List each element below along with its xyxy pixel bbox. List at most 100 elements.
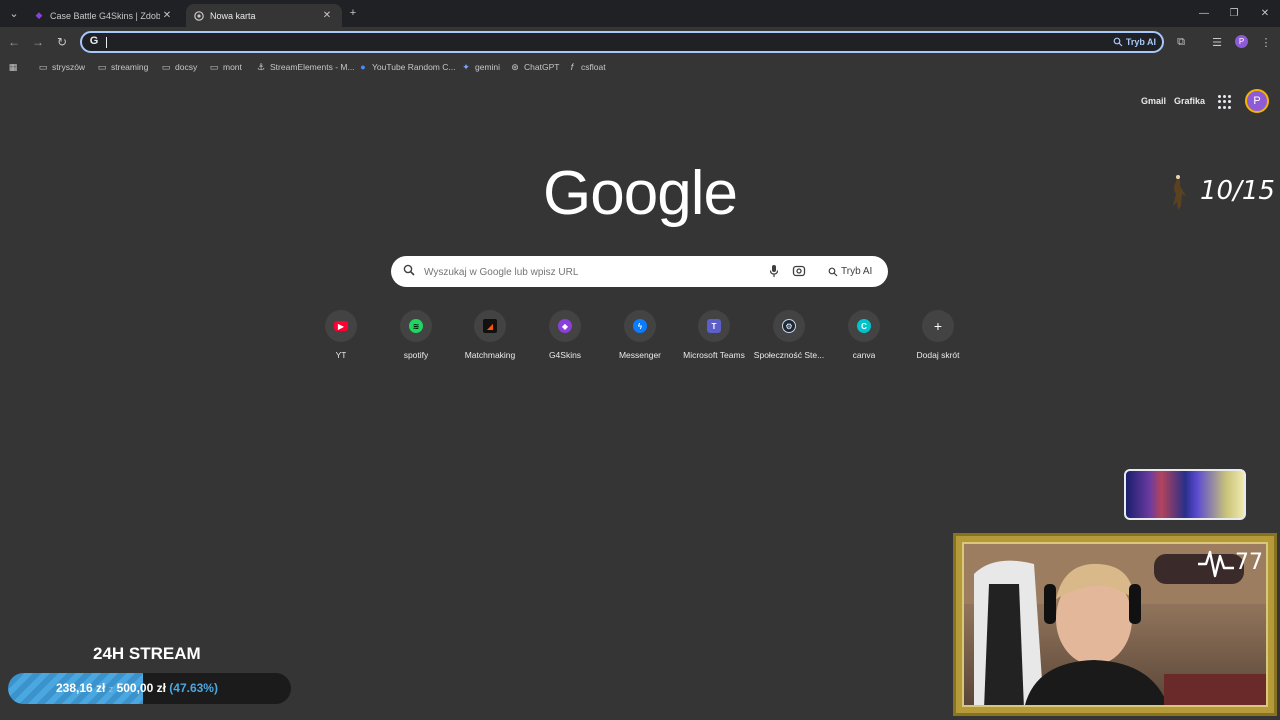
- spotify-icon: ≋: [409, 319, 423, 333]
- tryb-ai-search-button[interactable]: Tryb AI: [822, 263, 878, 280]
- faceit-icon: ◢: [483, 319, 497, 333]
- bookmark-label: ChatGPT: [524, 62, 560, 72]
- bookmark-label: csfloat: [581, 62, 606, 72]
- google-g-icon: G: [89, 35, 99, 47]
- address-bar[interactable]: G Tryb AI: [80, 31, 1164, 53]
- bookmark-streamelements[interactable]: ⚓ StreamElements - M...: [256, 60, 355, 74]
- csfloat-icon: f: [570, 62, 574, 72]
- tab-title: Nowa karta: [210, 10, 256, 21]
- bookmark-label: YouTube Random C...: [372, 62, 456, 72]
- tab-case-battle[interactable]: ◆ Case Battle G4Skins | Zdobywaj ✕: [26, 4, 182, 27]
- g4skins-icon: ◆: [558, 319, 572, 333]
- streamelements-icon: ⚓: [256, 61, 266, 72]
- goal-separator: z: [108, 684, 114, 694]
- shortcut-tile: ϟ: [624, 310, 656, 342]
- reload-button[interactable]: ↻: [54, 34, 70, 50]
- text-caret: [106, 37, 107, 48]
- search-box[interactable]: Tryb AI: [391, 256, 888, 287]
- close-icon[interactable]: ✕: [160, 10, 174, 21]
- search-icon: [403, 264, 415, 276]
- close-window-button[interactable]: ✕: [1250, 4, 1280, 22]
- shortcut-label: G4Skins: [548, 350, 582, 360]
- new-tab-button[interactable]: +: [345, 5, 361, 21]
- arrow-right-icon: →: [32, 35, 44, 49]
- profile-button[interactable]: P: [1235, 35, 1248, 48]
- goal-current: 238,16 zł: [56, 681, 106, 695]
- bookmarks-bar: ▦ ▭ stryszów ▭ streaming ▭ docsy ▭ mont ⚓ Str…: [0, 57, 1280, 77]
- g4skins-tab-icon: ◆: [35, 10, 43, 20]
- messenger-icon: ϟ: [633, 319, 647, 333]
- tryb-ai-label: Tryb AI: [1125, 37, 1156, 47]
- bookmark-stryszow[interactable]: ▭ stryszów: [38, 60, 85, 74]
- back-button[interactable]: ←: [6, 34, 22, 50]
- folder-icon: ▭: [209, 61, 219, 72]
- bookmark-label: StreamElements - M...: [270, 62, 355, 72]
- minimize-button[interactable]: —: [1189, 4, 1219, 22]
- shortcut-steam-community[interactable]: ⚙ Społeczność Ste...: [753, 310, 825, 370]
- donation-goal-text: 238,16 zł z 500,00 zł (47.63%): [56, 681, 218, 695]
- shortcut-microsoft-teams[interactable]: T Microsoft Teams: [678, 310, 750, 370]
- search-input[interactable]: [424, 264, 754, 280]
- tab-new-tab[interactable]: Nowa karta ✕: [186, 4, 342, 27]
- bookmark-docsy[interactable]: ▭ docsy: [161, 60, 197, 74]
- tab-search-button[interactable]: ⌄: [6, 5, 22, 21]
- google-lens-icon[interactable]: [792, 264, 806, 278]
- shortcut-yt[interactable]: ▶ YT: [305, 310, 377, 370]
- gmail-link[interactable]: Gmail: [1141, 96, 1166, 106]
- close-icon: ✕: [1260, 7, 1270, 19]
- bookmark-label: gemini: [475, 62, 501, 72]
- grafika-link[interactable]: Grafika: [1174, 96, 1205, 106]
- bookmark-streaming[interactable]: ▭ streaming: [97, 60, 149, 74]
- shortcut-canva[interactable]: C canva: [828, 310, 900, 370]
- goal-percent: (47.63%): [169, 681, 218, 695]
- folder-icon: ▭: [97, 61, 107, 72]
- heart-rate-value: 77: [1235, 550, 1263, 575]
- goal-target: 500,00 zł: [116, 681, 166, 695]
- toolbar: ← → ↻ G Tryb AI ⧉ ☰ ⋮: [0, 27, 1280, 57]
- shortcut-g4skins[interactable]: ◆ G4Skins: [529, 310, 601, 370]
- shortcut-label: YT: [335, 350, 347, 360]
- shortcut-tile: ⚙: [773, 310, 805, 342]
- forward-button[interactable]: →: [30, 34, 46, 50]
- restore-button[interactable]: ❐: [1219, 4, 1249, 22]
- reading-list-button[interactable]: ☰: [1209, 34, 1225, 50]
- tryb-ai-button[interactable]: Tryb AI: [1113, 35, 1156, 49]
- shortcut-add[interactable]: + Dodaj skrót: [902, 310, 974, 370]
- bookmark-chatgpt[interactable]: ⊛ ChatGPT: [510, 60, 559, 74]
- shortcut-label: Dodaj skrót: [916, 350, 960, 360]
- extensions-button[interactable]: ⧉: [1173, 34, 1189, 50]
- ai-search-icon: [1113, 37, 1123, 47]
- bookmark-mont[interactable]: ▭ mont: [209, 60, 242, 74]
- restore-icon: ❐: [1229, 7, 1239, 19]
- bookmark-csfloat[interactable]: f csfloat: [567, 60, 606, 74]
- stream-title: 24H STREAM: [93, 644, 201, 663]
- account-avatar[interactable]: P: [1245, 89, 1269, 113]
- bookmark-label: docsy: [175, 62, 198, 72]
- shortcut-label: canva: [852, 350, 876, 360]
- arrow-left-icon: ←: [8, 35, 20, 49]
- microphone-icon[interactable]: [768, 264, 780, 278]
- chrome-icon: [194, 10, 204, 21]
- bookmark-youtube-random[interactable]: ● YouTube Random C...: [358, 60, 455, 74]
- shortcut-tile: ≋: [400, 310, 432, 342]
- steam-icon: ⚙: [782, 319, 796, 333]
- donation-goal-bar: 238,16 zł z 500,00 zł (47.63%): [8, 673, 291, 704]
- minimize-icon: —: [1199, 7, 1209, 19]
- bookmark-gemini[interactable]: ✦ gemini: [461, 60, 500, 74]
- heart-rate-icon: [1198, 550, 1234, 578]
- tab-strip: ⌄ ◆ Case Battle G4Skins | Zdobywaj ✕ Now…: [0, 0, 1280, 27]
- close-icon[interactable]: ✕: [320, 10, 334, 21]
- tab-title: Case Battle G4Skins | Zdobywaj: [50, 10, 160, 21]
- shortcut-spotify[interactable]: ≋ spotify: [380, 310, 452, 370]
- shortcut-label: spotify: [403, 350, 429, 360]
- menu-button[interactable]: ⋮: [1258, 34, 1274, 50]
- address-input[interactable]: [108, 34, 1108, 50]
- google-apps-icon[interactable]: [1218, 95, 1232, 109]
- shortcut-matchmaking[interactable]: ◢ Matchmaking: [454, 310, 526, 370]
- shortcut-messenger[interactable]: ϟ Messenger: [604, 310, 676, 370]
- google-logo: Google: [543, 159, 738, 228]
- apps-grid-icon: ▦: [8, 61, 18, 72]
- all-apps-button[interactable]: ▦: [8, 60, 18, 74]
- list-icon: ☰: [1212, 36, 1222, 49]
- chevron-down-icon: ⌄: [9, 7, 19, 20]
